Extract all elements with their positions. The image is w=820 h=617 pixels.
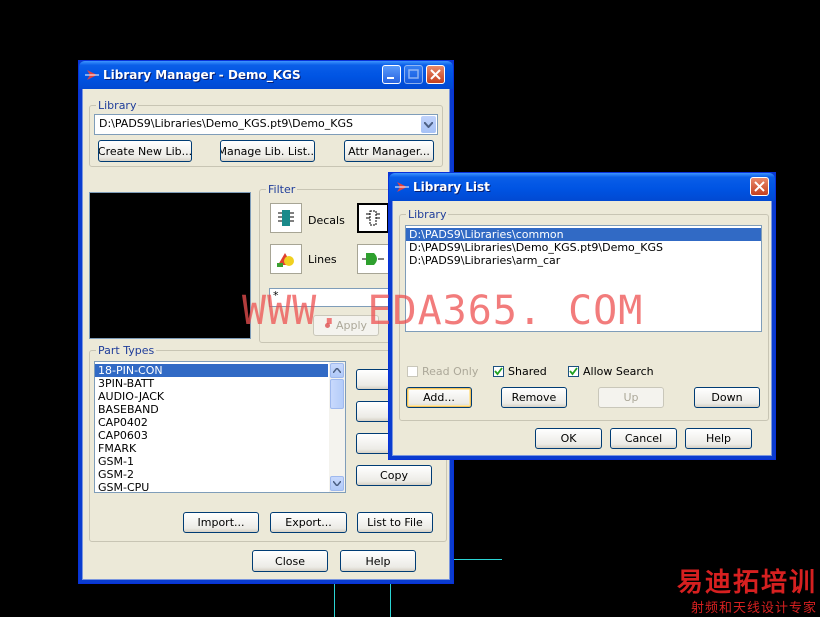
read-only-box: [407, 366, 418, 377]
allow-search-box[interactable]: [568, 366, 579, 377]
shapes-icon: [277, 253, 294, 267]
close-dialog-button[interactable]: [750, 177, 769, 196]
remove-button[interactable]: Remove: [501, 387, 567, 408]
create-new-lib-button[interactable]: Create New Lib...: [98, 140, 192, 162]
list-item[interactable]: D:\PADS9\Libraries\common: [406, 228, 761, 241]
app-icon: [85, 70, 99, 80]
part-types-scrollbar[interactable]: [329, 362, 345, 492]
scroll-up-button[interactable]: [330, 363, 344, 378]
list-item[interactable]: FMARK: [95, 442, 345, 455]
import-button[interactable]: Import...: [183, 512, 259, 533]
lines-label: Lines: [308, 253, 337, 266]
brand-tagline: 射频和天线设计专家: [690, 601, 817, 616]
copy-part-button[interactable]: Copy: [356, 465, 432, 486]
checkmark-icon: [494, 367, 503, 376]
allow-search-label: Allow Search: [583, 365, 654, 378]
gate-icon: [362, 253, 384, 265]
part-types-list[interactable]: 18-PIN-CON 3PIN-BATT AUDIO-JACK BASEBAND…: [94, 361, 346, 493]
library-select[interactable]: D:\PADS9\Libraries\Demo_KGS.pt9\Demo_KGS: [94, 114, 438, 135]
checkmark-icon: [569, 367, 578, 376]
allow-search-checkbox[interactable]: Allow Search: [568, 365, 654, 378]
library-manager-titlebar[interactable]: Library Manager - Demo_KGS: [79, 61, 453, 89]
list-item[interactable]: 3PIN-BATT: [95, 377, 345, 390]
list-item[interactable]: D:\PADS9\Libraries\Demo_KGS.pt9\Demo_KGS: [406, 241, 761, 254]
list-to-file-button[interactable]: List to File: [357, 512, 433, 533]
list-item[interactable]: GSM-1: [95, 455, 345, 468]
list-item[interactable]: AUDIO-JACK: [95, 390, 345, 403]
chip-icon: [278, 210, 294, 226]
library-list-group-label: Library: [406, 208, 449, 221]
close-window-button[interactable]: [426, 65, 445, 84]
list-item[interactable]: GSM-CPU: [95, 481, 345, 492]
minimize-icon: [387, 77, 394, 79]
chevron-down-icon: [424, 121, 433, 128]
help-button[interactable]: Help: [685, 428, 752, 449]
chevron-up-icon: [333, 368, 341, 373]
list-item[interactable]: CAP0402: [95, 416, 345, 429]
list-item[interactable]: D:\PADS9\Libraries\arm_car: [406, 254, 761, 267]
down-button[interactable]: Down: [694, 387, 760, 408]
maximize-icon: [408, 69, 419, 79]
decals-label: Decals: [308, 214, 345, 227]
window-title: Library Manager - Demo_KGS: [103, 68, 301, 82]
shared-checkbox[interactable]: Shared: [493, 365, 547, 378]
manage-lib-list-button[interactable]: Manage Lib. List...: [220, 140, 315, 162]
read-only-label: Read Only: [422, 365, 479, 378]
ok-button[interactable]: OK: [535, 428, 602, 449]
library-list-titlebar[interactable]: Library List: [389, 173, 775, 201]
library-group-label: Library: [96, 99, 139, 112]
decals-toggle[interactable]: [270, 203, 302, 233]
filter-label: Filter: [266, 183, 298, 196]
attr-manager-button[interactable]: Attr Manager...: [344, 140, 434, 162]
dialog-title: Library List: [413, 180, 490, 194]
list-item[interactable]: 18-PIN-CON: [95, 364, 328, 377]
maximize-button: [404, 65, 423, 84]
minimize-button[interactable]: [382, 65, 401, 84]
part-types-label: Part Types: [96, 344, 157, 357]
scroll-down-button[interactable]: [330, 476, 344, 491]
lines-toggle[interactable]: [270, 244, 302, 274]
cancel-button[interactable]: Cancel: [610, 428, 677, 449]
list-item[interactable]: GSM-2: [95, 468, 345, 481]
close-icon: [430, 69, 441, 80]
close-button[interactable]: Close: [252, 550, 328, 572]
library-select-value: D:\PADS9\Libraries\Demo_KGS.pt9\Demo_KGS: [99, 117, 354, 130]
shared-label: Shared: [508, 365, 547, 378]
canvas-line: [452, 559, 502, 560]
read-only-checkbox: Read Only: [407, 365, 478, 378]
component-icon: [366, 210, 380, 226]
help-button[interactable]: Help: [340, 550, 416, 572]
close-icon: [754, 181, 765, 192]
parts-toggle[interactable]: [357, 203, 389, 233]
add-button[interactable]: Add...: [406, 387, 472, 408]
preview-pane: [89, 192, 251, 339]
shared-box[interactable]: [493, 366, 504, 377]
list-item[interactable]: BASEBAND: [95, 403, 345, 416]
export-button[interactable]: Export...: [270, 512, 347, 533]
watermark: WWW. EDA365. COM: [242, 288, 644, 334]
list-item[interactable]: CAP0603: [95, 429, 345, 442]
up-button: Up: [598, 387, 664, 408]
chevron-down-icon: [333, 481, 341, 486]
logic-toggle[interactable]: [357, 244, 389, 274]
app-icon: [395, 182, 409, 192]
dropdown-button[interactable]: [421, 116, 436, 133]
scroll-thumb[interactable]: [330, 379, 344, 409]
brand-logo-text: 易迪拓培训: [676, 568, 817, 598]
